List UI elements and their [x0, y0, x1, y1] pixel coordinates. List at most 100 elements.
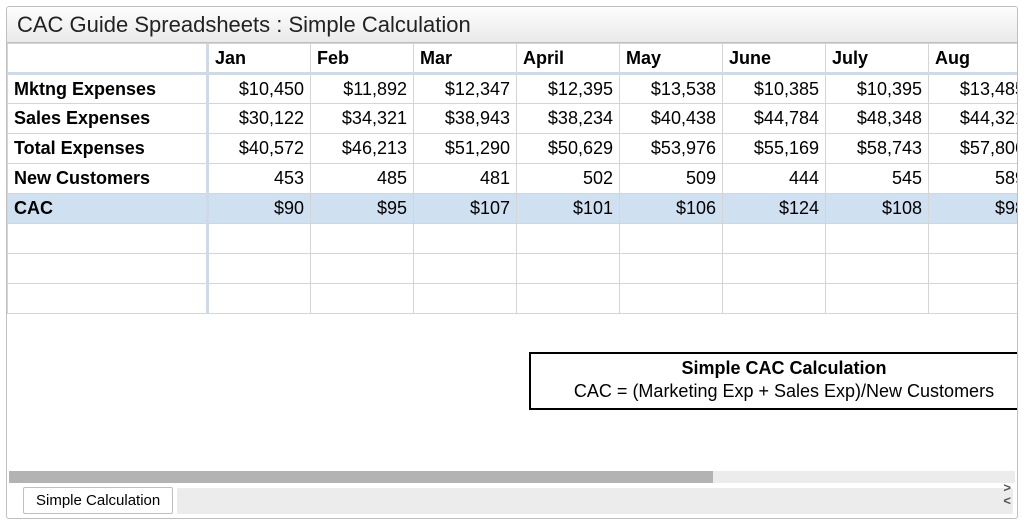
cell[interactable]: $51,290: [414, 134, 517, 164]
cell[interactable]: [517, 224, 620, 254]
row-header[interactable]: Total Expenses: [8, 134, 208, 164]
row-header[interactable]: Sales Expenses: [8, 104, 208, 134]
cell[interactable]: 444: [723, 164, 826, 194]
cell[interactable]: $48,348: [826, 104, 929, 134]
cell[interactable]: $38,234: [517, 104, 620, 134]
cell[interactable]: [723, 254, 826, 284]
table-row: Total Expenses$40,572$46,213$51,290$50,6…: [8, 134, 1018, 164]
grid-viewport[interactable]: Jan Feb Mar April May June July Aug Mktn…: [7, 43, 1017, 471]
cell[interactable]: $30,122: [208, 104, 311, 134]
cell[interactable]: $40,572: [208, 134, 311, 164]
cell[interactable]: 589: [929, 164, 1018, 194]
horizontal-scrollbar[interactable]: [9, 471, 1015, 483]
cell[interactable]: [311, 284, 414, 314]
cell[interactable]: $44,321: [929, 104, 1018, 134]
cell[interactable]: [620, 224, 723, 254]
cell[interactable]: [723, 224, 826, 254]
tab-nav-arrows: > <: [1003, 481, 1011, 507]
column-header[interactable]: Aug: [929, 44, 1018, 74]
column-header[interactable]: April: [517, 44, 620, 74]
cell[interactable]: $124: [723, 194, 826, 224]
cell[interactable]: $12,395: [517, 74, 620, 104]
cell[interactable]: $107: [414, 194, 517, 224]
cell[interactable]: [414, 254, 517, 284]
column-header-row: Jan Feb Mar April May June July Aug: [8, 44, 1018, 74]
table-row: [8, 254, 1018, 284]
cell[interactable]: $34,321: [311, 104, 414, 134]
cell[interactable]: [929, 254, 1018, 284]
cell[interactable]: 509: [620, 164, 723, 194]
cell[interactable]: [208, 254, 311, 284]
scrollbar-thumb[interactable]: [9, 471, 713, 483]
row-header[interactable]: [8, 224, 208, 254]
table-row: New Customers453485481502509444545589: [8, 164, 1018, 194]
row-header[interactable]: CAC: [8, 194, 208, 224]
cell[interactable]: $58,743: [826, 134, 929, 164]
cell[interactable]: [517, 254, 620, 284]
cell[interactable]: $13,485: [929, 74, 1018, 104]
cell[interactable]: 485: [311, 164, 414, 194]
cell[interactable]: $95: [311, 194, 414, 224]
cell[interactable]: $55,169: [723, 134, 826, 164]
cell[interactable]: [311, 254, 414, 284]
cell[interactable]: [826, 254, 929, 284]
cell[interactable]: [620, 284, 723, 314]
spreadsheet-grid[interactable]: Jan Feb Mar April May June July Aug Mktn…: [7, 43, 1017, 314]
column-header[interactable]: Mar: [414, 44, 517, 74]
cell[interactable]: $44,784: [723, 104, 826, 134]
table-row: [8, 224, 1018, 254]
row-header[interactable]: [8, 284, 208, 314]
annotation-title: Simple CAC Calculation: [541, 357, 1017, 380]
cell[interactable]: [414, 224, 517, 254]
cell[interactable]: $12,347: [414, 74, 517, 104]
cell[interactable]: $10,385: [723, 74, 826, 104]
table-row: Mktng Expenses$10,450$11,892$12,347$12,3…: [8, 74, 1018, 104]
cell[interactable]: $10,450: [208, 74, 311, 104]
row-header[interactable]: [8, 254, 208, 284]
cell[interactable]: [929, 284, 1018, 314]
annotation-formula: CAC = (Marketing Exp + Sales Exp)/New Cu…: [574, 381, 994, 401]
cell[interactable]: $53,976: [620, 134, 723, 164]
cell[interactable]: $50,629: [517, 134, 620, 164]
table-row: CAC$90$95$107$101$106$124$108$98: [8, 194, 1018, 224]
cell[interactable]: $10,395: [826, 74, 929, 104]
row-header[interactable]: Mktng Expenses: [8, 74, 208, 104]
formula-annotation: Simple CAC Calculation CAC = (Marketing …: [529, 352, 1017, 410]
cell[interactable]: [414, 284, 517, 314]
column-header[interactable]: May: [620, 44, 723, 74]
cell[interactable]: [929, 224, 1018, 254]
tab-prev-icon[interactable]: <: [1003, 494, 1011, 507]
cell[interactable]: [826, 224, 929, 254]
cell[interactable]: $40,438: [620, 104, 723, 134]
window-title: CAC Guide Spreadsheets : Simple Calculat…: [7, 7, 1017, 43]
cell[interactable]: 545: [826, 164, 929, 194]
column-header[interactable]: June: [723, 44, 826, 74]
cell[interactable]: [723, 284, 826, 314]
corner-cell: [8, 44, 208, 74]
cell[interactable]: [826, 284, 929, 314]
row-header[interactable]: New Customers: [8, 164, 208, 194]
cell[interactable]: 453: [208, 164, 311, 194]
cell[interactable]: [517, 284, 620, 314]
cell[interactable]: $46,213: [311, 134, 414, 164]
cell[interactable]: [208, 224, 311, 254]
cell[interactable]: [311, 224, 414, 254]
cell[interactable]: $11,892: [311, 74, 414, 104]
cell[interactable]: $98: [929, 194, 1018, 224]
column-header[interactable]: Jan: [208, 44, 311, 74]
sheet-tab-simple-calculation[interactable]: Simple Calculation: [23, 487, 173, 514]
cell[interactable]: $106: [620, 194, 723, 224]
cell[interactable]: [620, 254, 723, 284]
cell[interactable]: $108: [826, 194, 929, 224]
cell[interactable]: $13,538: [620, 74, 723, 104]
cell[interactable]: $38,943: [414, 104, 517, 134]
column-header[interactable]: July: [826, 44, 929, 74]
cell[interactable]: [208, 284, 311, 314]
cell[interactable]: 481: [414, 164, 517, 194]
cell[interactable]: $101: [517, 194, 620, 224]
column-header[interactable]: Feb: [311, 44, 414, 74]
sheet-tab-bar: Simple Calculation > <: [7, 485, 1017, 518]
cell[interactable]: $57,806: [929, 134, 1018, 164]
cell[interactable]: 502: [517, 164, 620, 194]
cell[interactable]: $90: [208, 194, 311, 224]
